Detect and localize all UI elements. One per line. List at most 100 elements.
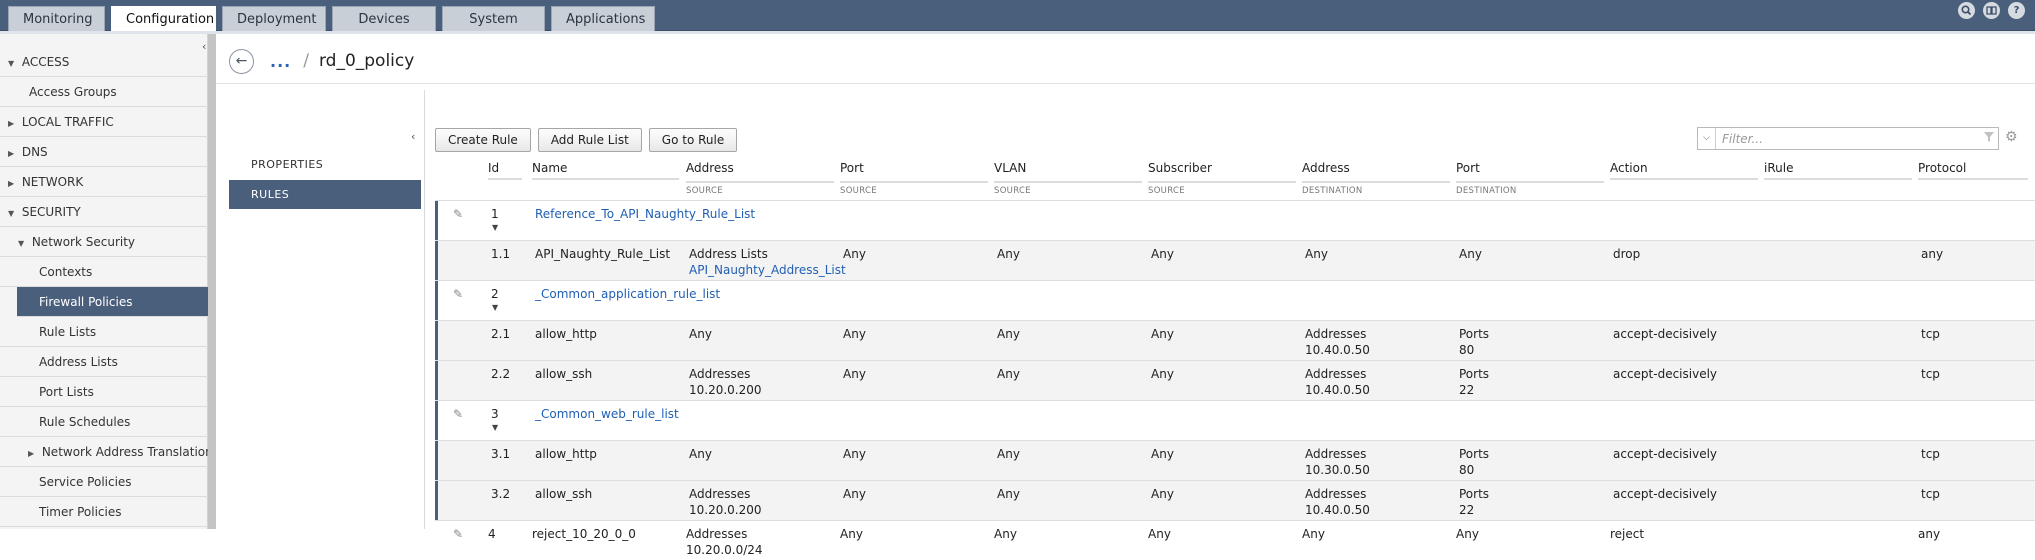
go-to-rule-button[interactable]: Go to Rule — [648, 128, 738, 152]
subscriber: Any — [1151, 487, 1174, 501]
table-row[interactable]: ✎ 2 ▼ _Common_application_rule_list — [435, 280, 2035, 320]
source-port: Any — [843, 487, 866, 501]
nav-dns[interactable]: ▶ DNS — [0, 137, 208, 167]
table-row[interactable]: 2.2 allow_ssh Addresses 10.20.0.200 Any A… — [435, 360, 2035, 400]
nav-scrollbar[interactable] — [208, 34, 216, 529]
protocol: any — [1921, 247, 1944, 261]
nav-rule-schedules[interactable]: Rule Schedules — [0, 407, 208, 437]
row-id: 3.2 — [491, 487, 511, 501]
nav-label: Timer Policies — [39, 505, 122, 519]
col-protocol[interactable]: Protocol — [1918, 161, 2028, 180]
table-row[interactable]: ✎ 3 ▼ _Common_web_rule_list — [435, 400, 2035, 440]
edit-pencil-icon[interactable]: ✎ — [453, 207, 463, 221]
nav-network[interactable]: ▶ NETWORK — [0, 167, 208, 197]
nav-network-address-translation[interactable]: ▶ Network Address Translation — [0, 437, 213, 467]
col-irule[interactable]: iRule — [1764, 161, 1912, 180]
rule-list-link[interactable]: _Common_web_rule_list — [535, 406, 679, 422]
edit-pencil-icon[interactable]: ✎ — [453, 287, 463, 301]
nav-label: Port Lists — [39, 385, 94, 399]
subscriber: Any — [1151, 247, 1174, 261]
table-row[interactable]: ✎ 4 reject_10_20_0_0 Addresses 10.20.0.0/… — [435, 520, 2035, 560]
row-id: 3.1 — [491, 447, 511, 461]
vlan: Any — [997, 487, 1020, 501]
col-action[interactable]: Action — [1610, 161, 1758, 180]
expanded-triangle-icon: ▼ — [8, 209, 15, 218]
row-group-bar — [435, 281, 438, 320]
source-address: Any — [689, 447, 712, 461]
top-icons: ? — [1958, 2, 2025, 19]
expanded-triangle-icon: ▼ — [8, 59, 15, 68]
nav-service-policies[interactable]: Service Policies — [0, 467, 208, 497]
table-row[interactable]: ✎ 1 ▼ Reference_To_API_Naughty_Rule_List — [435, 200, 2035, 240]
tab-monitoring[interactable]: Monitoring — [8, 6, 105, 31]
nav-security[interactable]: ▼ SECURITY — [0, 197, 208, 227]
action: accept-decisively — [1613, 447, 1718, 461]
tab-system[interactable]: System — [442, 6, 545, 31]
col-source-port[interactable]: Port SOURCE — [840, 161, 988, 196]
funnel-icon[interactable] — [1980, 132, 1998, 145]
help-icon[interactable]: ? — [2008, 2, 2025, 19]
row-id: 4 — [488, 527, 496, 541]
expand-caret-icon[interactable]: ▼ — [492, 423, 498, 432]
nav-label: ACCESS — [21, 55, 70, 69]
tab-applications[interactable]: Applications — [551, 6, 655, 31]
collapse-sections-icon[interactable]: ‹ — [411, 130, 415, 143]
destination-address: Any — [1305, 247, 1328, 261]
back-arrow-icon[interactable]: ← — [229, 48, 254, 74]
address-list-link[interactable]: API_Naughty_Address_List — [689, 263, 846, 277]
breadcrumb-ellipsis[interactable]: ... — [270, 52, 291, 71]
rules-table: Id Name Address SOURCE Port SOURCE VLAN SOU… — [435, 156, 2035, 560]
filter-input[interactable]: Filter... — [1716, 132, 1980, 146]
edit-pencil-icon[interactable]: ✎ — [453, 407, 463, 421]
table-row[interactable]: 3.2 allow_ssh Addresses 10.20.0.200 Any A… — [435, 480, 2035, 520]
collapsed-triangle-icon: ▶ — [8, 179, 15, 188]
destination-address: Addresses 10.40.0.50 — [1305, 487, 1370, 517]
nav-label: Firewall Policies — [39, 295, 133, 309]
tab-devices[interactable]: Devices — [332, 6, 436, 31]
nav-address-lists[interactable]: Address Lists — [0, 347, 208, 377]
edit-pencil-icon[interactable]: ✎ — [453, 527, 463, 541]
expand-caret-icon[interactable]: ▼ — [492, 223, 498, 232]
col-subscriber[interactable]: Subscriber SOURCE — [1148, 161, 1296, 196]
tab-rules[interactable]: RULES — [229, 180, 421, 209]
col-destination-port[interactable]: Port DESTINATION — [1456, 161, 1604, 196]
rule-list-link[interactable]: Reference_To_API_Naughty_Rule_List — [535, 206, 755, 222]
protocol: tcp — [1921, 447, 1940, 461]
col-source-address[interactable]: Address SOURCE — [686, 161, 834, 196]
search-icon[interactable] — [1958, 2, 1975, 19]
col-id[interactable]: Id — [488, 161, 522, 180]
tab-properties[interactable]: PROPERTIES — [229, 150, 421, 179]
nav-access[interactable]: ▼ ACCESS — [0, 47, 208, 77]
nav-firewall-policies[interactable]: Firewall Policies — [17, 287, 208, 317]
nav-timer-policies[interactable]: Timer Policies — [0, 497, 208, 527]
rule-name: reject_10_20_0_0 — [532, 527, 636, 541]
create-rule-button[interactable]: Create Rule — [435, 128, 531, 152]
table-row[interactable]: 2.1 allow_http Any Any Any Any Addresses… — [435, 320, 2035, 360]
col-name[interactable]: Name — [532, 161, 679, 180]
tab-configuration[interactable]: Configuration — [111, 6, 216, 32]
add-rule-list-button[interactable]: Add Rule List — [537, 128, 642, 152]
source-port: Any — [843, 447, 866, 461]
row-group-bar — [435, 481, 438, 520]
table-row[interactable]: 1.1 API_Naughty_Rule_List Address Lists A… — [435, 240, 2035, 280]
book-icon[interactable] — [1983, 2, 2000, 19]
nav-network-security[interactable]: ▼ Network Security — [0, 227, 208, 257]
gear-icon[interactable]: ⚙ — [2005, 129, 2018, 145]
nav-label: Network Security — [31, 235, 136, 249]
rule-name: allow_ssh — [535, 367, 593, 381]
nav-label: Service Policies — [39, 475, 132, 489]
protocol: tcp — [1921, 367, 1940, 381]
col-vlan[interactable]: VLAN SOURCE — [994, 161, 1142, 196]
table-row[interactable]: 3.1 allow_http Any Any Any Any Addresses… — [435, 440, 2035, 480]
nav-access-groups[interactable]: Access Groups — [0, 77, 208, 107]
nav-local-traffic[interactable]: ▶ LOCAL TRAFFIC — [0, 107, 208, 137]
col-destination-address[interactable]: Address DESTINATION — [1302, 161, 1450, 196]
rule-list-link[interactable]: _Common_application_rule_list — [535, 286, 720, 302]
chevron-down-icon[interactable]: ⌵ — [1698, 128, 1716, 149]
table-header: Id Name Address SOURCE Port SOURCE VLAN SOU… — [435, 156, 2035, 200]
nav-contexts[interactable]: Contexts — [0, 257, 208, 287]
nav-rule-lists[interactable]: Rule Lists — [0, 317, 208, 347]
expand-caret-icon[interactable]: ▼ — [492, 303, 498, 312]
tab-deployment[interactable]: Deployment — [222, 6, 326, 31]
nav-port-lists[interactable]: Port Lists — [0, 377, 208, 407]
